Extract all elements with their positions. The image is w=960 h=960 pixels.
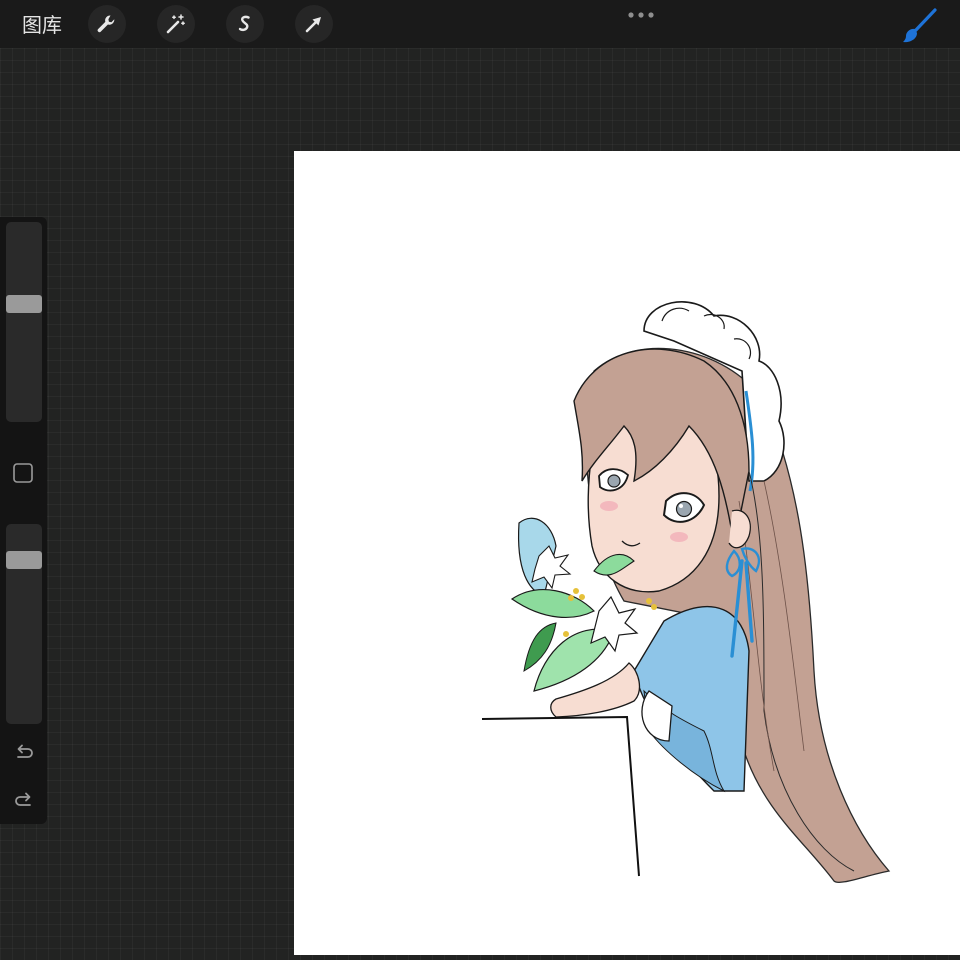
brush-size-knob[interactable]: [6, 295, 42, 313]
left-sidebar: [0, 217, 47, 824]
brush-icon[interactable]: [900, 6, 940, 46]
brush-size-slider[interactable]: [6, 222, 42, 422]
adjustments-button[interactable]: [157, 5, 195, 43]
square-modifier-icon[interactable]: [12, 462, 34, 484]
opacity-slider[interactable]: [6, 524, 42, 724]
selection-button[interactable]: [226, 5, 264, 43]
transform-button[interactable]: [295, 5, 333, 43]
wrench-icon: [97, 15, 115, 33]
artwork-illustration: [481, 301, 891, 883]
opacity-knob[interactable]: [6, 551, 42, 569]
top-toolbar: 图库: [0, 0, 960, 48]
drawing-canvas[interactable]: [294, 151, 960, 955]
gallery-button[interactable]: 图库: [22, 13, 62, 37]
selection-icon: [238, 15, 250, 32]
redo-icon[interactable]: [12, 789, 36, 813]
actions-button[interactable]: [88, 5, 126, 43]
more-dots-icon[interactable]: [626, 9, 656, 21]
undo-icon[interactable]: [12, 741, 36, 765]
magic-wand-icon: [166, 14, 185, 34]
transform-arrow-icon: [305, 17, 321, 33]
